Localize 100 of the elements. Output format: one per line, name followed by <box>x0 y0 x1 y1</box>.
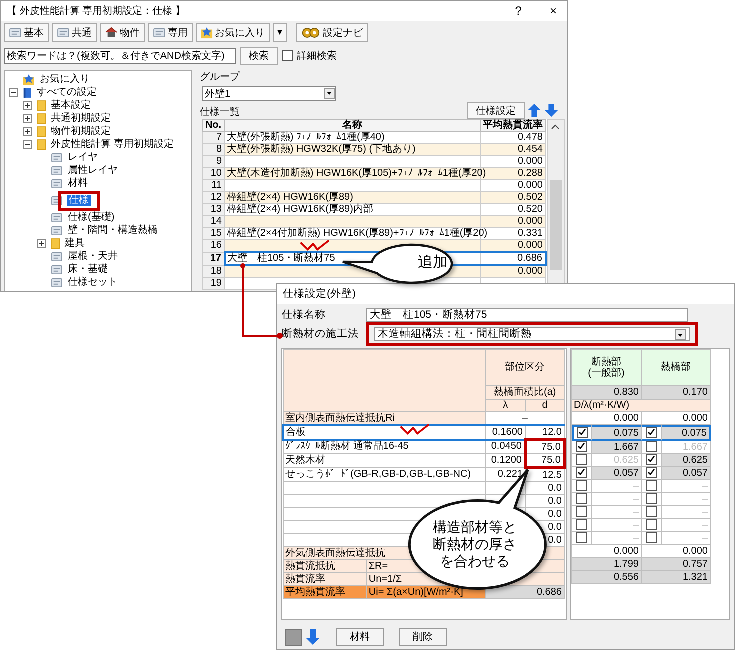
table-cell: 1.321 <box>682 572 708 582</box>
checkbox[interactable] <box>646 441 657 452</box>
spec-settings-button[interactable]: 仕様設定 <box>467 102 525 119</box>
table-cell: 0.000 <box>518 240 543 251</box>
tree-item[interactable]: すべての設定 <box>35 86 99 98</box>
checkbox[interactable] <box>646 427 657 438</box>
table-cell: 0.000 <box>518 216 543 227</box>
toolbar-button[interactable]: お気に入り <box>196 23 270 42</box>
tree-item[interactable]: 屋根・天井 <box>66 250 120 262</box>
document-icon <box>153 28 166 38</box>
toolbar-button[interactable]: ▼ <box>273 23 287 42</box>
checkbox[interactable] <box>576 519 587 530</box>
checkbox[interactable] <box>576 493 587 504</box>
table-cell: 0.000 <box>518 266 543 277</box>
table-cell: 0.0 <box>525 494 564 508</box>
action-button[interactable]: 削除 <box>399 628 447 646</box>
down-arrow-icon[interactable] <box>305 628 321 646</box>
window-title: 【 外皮性能計算 専用初期設定：仕様 】 <box>7 4 186 18</box>
checkbox[interactable] <box>576 441 587 452</box>
checkbox[interactable] <box>576 480 587 492</box>
checkbox[interactable] <box>646 493 657 504</box>
tree-item[interactable]: 仕様(基礎) <box>66 212 117 224</box>
table-cell: 0.478 <box>518 132 543 143</box>
table-cell: 大壁(木造付加断熱) HGW16K(厚105)+ﾌｪﾉｰﾙﾌｫｰﾑ1種(厚20) <box>227 168 486 179</box>
tree-item[interactable]: 壁・階間・構造熱橋 <box>66 224 160 236</box>
expand-icon[interactable] <box>37 239 46 248</box>
tree-item[interactable]: 物件初期設定 <box>49 126 113 138</box>
table-cell: – <box>702 520 708 530</box>
tree-item[interactable]: 仕様セット <box>66 276 120 288</box>
color-swatch-button[interactable] <box>285 628 302 646</box>
table-cell: ΣR= <box>368 560 388 572</box>
method-dropdown[interactable]: 木造軸組構法：柱・間柱間断熱 <box>374 327 690 341</box>
name-field[interactable]: 大壁 柱105・断熱材75 <box>366 308 688 322</box>
checkbox[interactable] <box>576 532 587 544</box>
table-cell: 0.0450 <box>491 441 522 452</box>
checkbox-label: 詳細検索 <box>297 50 337 62</box>
table-cell: – <box>633 480 639 492</box>
toolbar-button[interactable]: 基本 <box>4 23 49 42</box>
tree-item[interactable]: 床・基礎 <box>66 264 110 276</box>
tree-item[interactable]: 建具 <box>63 238 87 250</box>
search-button[interactable]: 検索 <box>240 46 278 64</box>
tree-item[interactable]: レイヤ <box>66 152 100 164</box>
tree-item[interactable]: 材料 <box>66 178 90 190</box>
table-row[interactable]: 1.667 1.667 <box>572 441 711 454</box>
folder-icon <box>37 112 46 124</box>
field-label: 仕様名称 <box>282 308 327 322</box>
checkbox[interactable] <box>646 467 657 478</box>
check-mark-icon <box>400 424 430 435</box>
table-cell: 1.667 <box>614 442 639 452</box>
group-dropdown[interactable]: 外壁1 <box>202 86 336 101</box>
table-row[interactable]: 0.075 0.075 <box>572 425 711 441</box>
checkbox[interactable] <box>646 506 657 518</box>
down-arrow-icon[interactable] <box>544 103 559 118</box>
table-cell: 合板 <box>286 426 306 438</box>
table-cell: 0.625 <box>682 454 708 466</box>
book-icon <box>23 86 32 98</box>
checkbox[interactable] <box>576 454 587 466</box>
toolbar-button[interactable]: 設定ナビ <box>296 23 368 42</box>
tree-item[interactable]: 外皮性能計算 専用初期設定 <box>49 138 176 150</box>
table-cell: 0.331 <box>518 228 543 239</box>
checkbox[interactable] <box>646 480 657 492</box>
search-field[interactable]: 検索ワードは？(複数可。＆付きでAND検索文字) <box>4 48 236 64</box>
toolbar-button[interactable]: 共通 <box>52 23 97 42</box>
action-button[interactable]: 材料 <box>336 628 384 646</box>
toolbar-button[interactable]: 物件 <box>100 23 145 42</box>
table-row[interactable]: 0.057 0.057 <box>572 467 711 480</box>
checkbox[interactable] <box>576 506 587 518</box>
table-cell: – <box>702 506 708 518</box>
document-icon <box>51 166 63 176</box>
document-icon <box>51 264 63 274</box>
table-cell: 0.000 <box>614 412 639 424</box>
tree-item[interactable]: お気に入り <box>38 74 92 86</box>
checkbox[interactable] <box>646 519 657 530</box>
help-button[interactable]: ? <box>515 4 522 18</box>
tree-item[interactable]: 属性レイヤ <box>66 164 120 176</box>
expand-icon[interactable] <box>23 114 32 123</box>
collapse-icon[interactable] <box>9 88 18 97</box>
checkbox[interactable] <box>577 427 588 438</box>
collapse-icon[interactable] <box>23 140 32 149</box>
tree-item[interactable]: 共通初期設定 <box>49 112 113 124</box>
up-arrow-icon[interactable] <box>527 103 542 118</box>
table-cell: 0.556 <box>614 572 639 582</box>
checkbox[interactable] <box>646 532 657 544</box>
toolbar-button[interactable]: 専用 <box>148 23 193 42</box>
close-button[interactable]: × <box>550 4 557 18</box>
table-cell: 枠組壁(2×4) HGW16K(厚89)内部 <box>227 204 374 215</box>
table-cell: – <box>702 480 708 492</box>
table-cell: 大壁(外張断熱) ﾌｪﾉｰﾙﾌｫｰﾑ1種(厚40) <box>227 132 385 143</box>
scroll-up-icon[interactable] <box>551 124 560 130</box>
expand-icon[interactable] <box>23 101 32 110</box>
checkbox[interactable] <box>576 467 587 478</box>
tree-item[interactable]: 仕様 <box>67 194 91 206</box>
expand-icon[interactable] <box>23 127 32 136</box>
tree-item[interactable]: 基本設定 <box>49 100 93 112</box>
table-cell: 0.1200 <box>491 455 522 466</box>
table-cell: せっこうﾎﾞｰﾄﾞ(GB-R,GB-D,GB-L,GB-NC) <box>286 469 472 480</box>
table-cell: – <box>633 520 639 530</box>
checkbox[interactable] <box>646 454 657 466</box>
checkbox[interactable] <box>282 50 293 61</box>
document-icon <box>51 226 63 236</box>
